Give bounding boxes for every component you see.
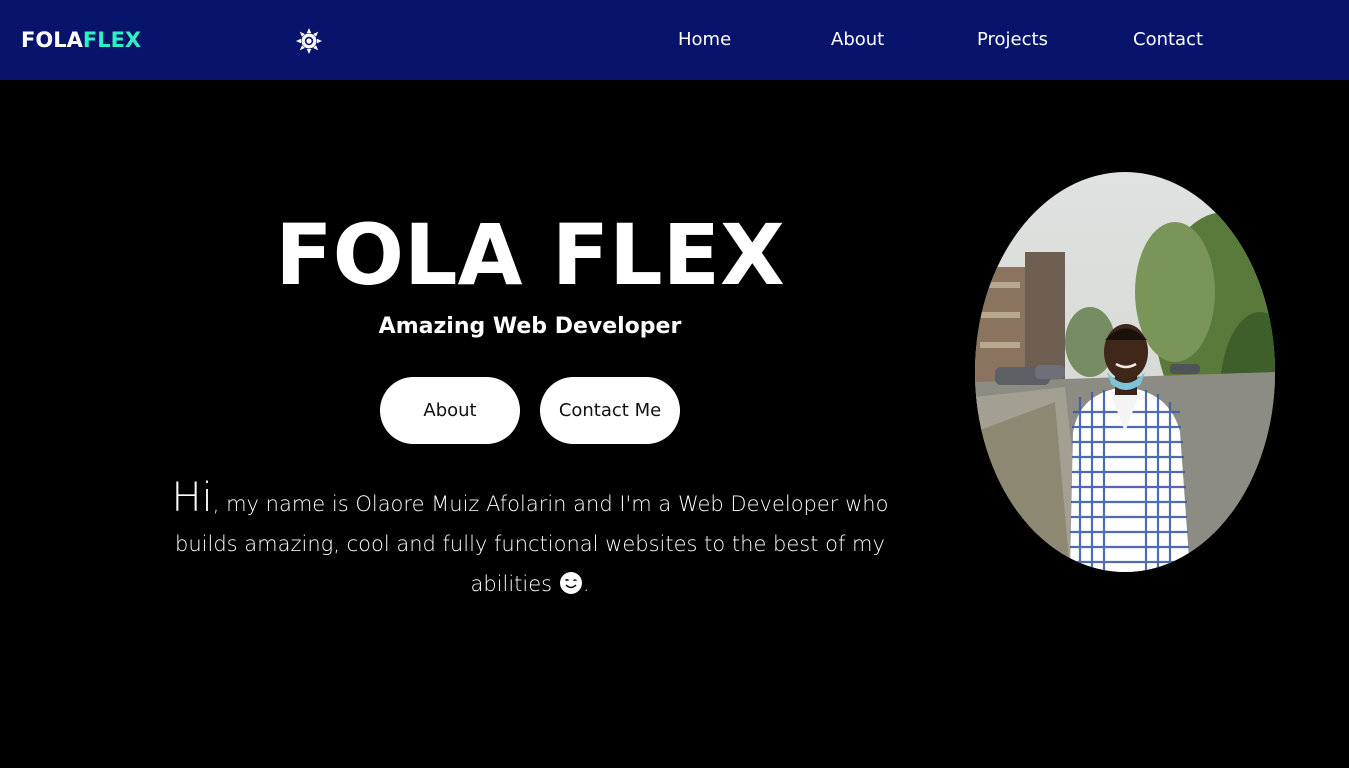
- sun-icon: [296, 28, 322, 54]
- intro-greeting: Hi: [171, 475, 213, 521]
- hero-title: FOLA FLEX: [275, 206, 785, 304]
- profile-photo: [975, 172, 1275, 572]
- about-button[interactable]: About: [380, 377, 520, 444]
- site-logo[interactable]: FOLAFLEX: [21, 26, 141, 54]
- theme-toggle-button[interactable]: [295, 27, 323, 55]
- winking-face-icon: [559, 572, 582, 594]
- nav-link-projects[interactable]: Projects: [977, 28, 1048, 52]
- intro-paragraph: Hi, my name is Olaore Muiz Afolarin and …: [165, 478, 895, 604]
- nav-link-home[interactable]: Home: [678, 28, 731, 52]
- logo-text-primary: FOLA: [21, 28, 83, 52]
- hero-subtitle: Amazing Web Developer: [378, 314, 682, 339]
- nav-link-contact[interactable]: Contact: [1133, 28, 1203, 52]
- navbar: FOLAFLEX Home About Projects Contact: [0, 0, 1349, 80]
- contact-me-button[interactable]: Contact Me: [540, 377, 680, 444]
- intro-text: , my name is Olaore Muiz Afolarin and I'…: [175, 492, 889, 596]
- nav-link-about[interactable]: About: [831, 28, 884, 52]
- intro-end: .: [582, 572, 590, 596]
- logo-text-accent: FLEX: [82, 28, 142, 52]
